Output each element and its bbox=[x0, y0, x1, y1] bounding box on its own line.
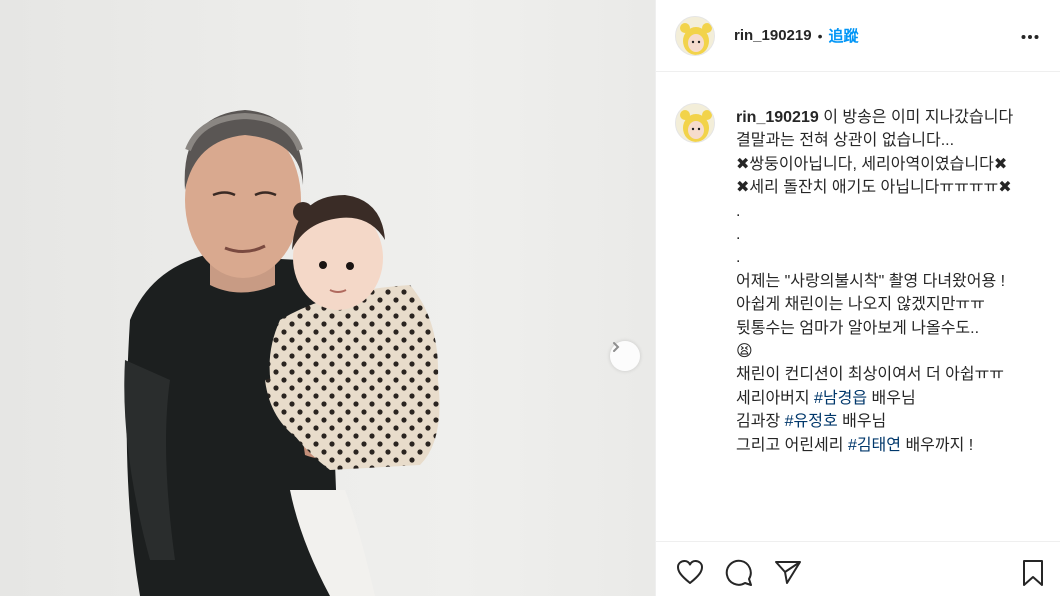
credit-text: 세리아버지 bbox=[736, 389, 815, 407]
caption-line: 아쉽게 채린이는 나오지 않겠지만ㅠㅠ bbox=[736, 296, 985, 314]
hashtag-link[interactable]: #김태연 bbox=[848, 437, 901, 454]
hashtag-link[interactable]: #유정호 bbox=[785, 413, 838, 430]
caption-line: . bbox=[736, 249, 741, 267]
avatar[interactable] bbox=[675, 15, 715, 56]
next-photo-button[interactable] bbox=[610, 341, 640, 371]
credit-text: 배우님 bbox=[837, 413, 887, 431]
hashtag-link[interactable]: #남경읍 bbox=[814, 390, 867, 407]
comment-icon[interactable] bbox=[725, 559, 753, 592]
caption-line: 어제는 "사랑의불시착" 촬영 다녀왔어용 ! bbox=[736, 272, 1006, 290]
caption-line: . bbox=[736, 226, 741, 244]
post-photo[interactable] bbox=[0, 0, 655, 596]
credit-text: 그리고 어린세리 bbox=[736, 436, 848, 454]
post-side-panel: rin_190219 • 追蹤 rin_190219 이 방송은 이미 지나갔습… bbox=[655, 0, 1060, 596]
caption-line: 이 방송은 이미 지나갔습니다 bbox=[823, 109, 1014, 126]
caption-line: 결말과는 전혀 상관이 없습니다... bbox=[736, 132, 955, 150]
caption-username[interactable]: rin_190219 bbox=[736, 109, 819, 126]
post-caption: rin_190219 이 방송은 이미 지나갔습니다 결말과는 전혀 상관이 없… bbox=[736, 106, 1036, 457]
heart-icon[interactable] bbox=[676, 559, 704, 590]
caption-area: rin_190219 이 방송은 이미 지나갔습니다 결말과는 전혀 상관이 없… bbox=[656, 73, 1060, 541]
header-username[interactable]: rin_190219 bbox=[734, 27, 812, 44]
share-icon[interactable] bbox=[774, 559, 802, 590]
caption-line: . bbox=[736, 202, 741, 220]
more-dots-icon[interactable] bbox=[1021, 27, 1039, 45]
caption-line: 뒷통수는 엄마가 알아보게 나올수도.. bbox=[736, 319, 980, 337]
credit-text: 김과장 bbox=[736, 413, 785, 431]
caption-line: ✖쌍둥이아닙니다, 세리아역이였습니다✖ bbox=[736, 155, 1008, 173]
action-bar bbox=[656, 541, 1060, 596]
caption-avatar[interactable] bbox=[675, 103, 715, 143]
follow-button[interactable]: 追蹤 bbox=[828, 25, 858, 46]
caption-emoji: 😫 bbox=[736, 343, 753, 361]
caption-line: 채린이 컨디션이 최상이여서 더 아쉽ㅠㅠ bbox=[736, 366, 1005, 384]
header-separator: • bbox=[817, 27, 823, 44]
photo-image bbox=[124, 110, 440, 596]
credit-text: 배우님 bbox=[867, 389, 916, 407]
caption-line: ✖세리 돌잔치 애기도 아닙니다ㅠㅠㅠㅠ✖ bbox=[736, 179, 1012, 197]
bookmark-icon[interactable] bbox=[1021, 559, 1045, 592]
post-header: rin_190219 • 追蹤 bbox=[656, 0, 1060, 72]
credit-text: 배우까지 ! bbox=[901, 436, 974, 454]
